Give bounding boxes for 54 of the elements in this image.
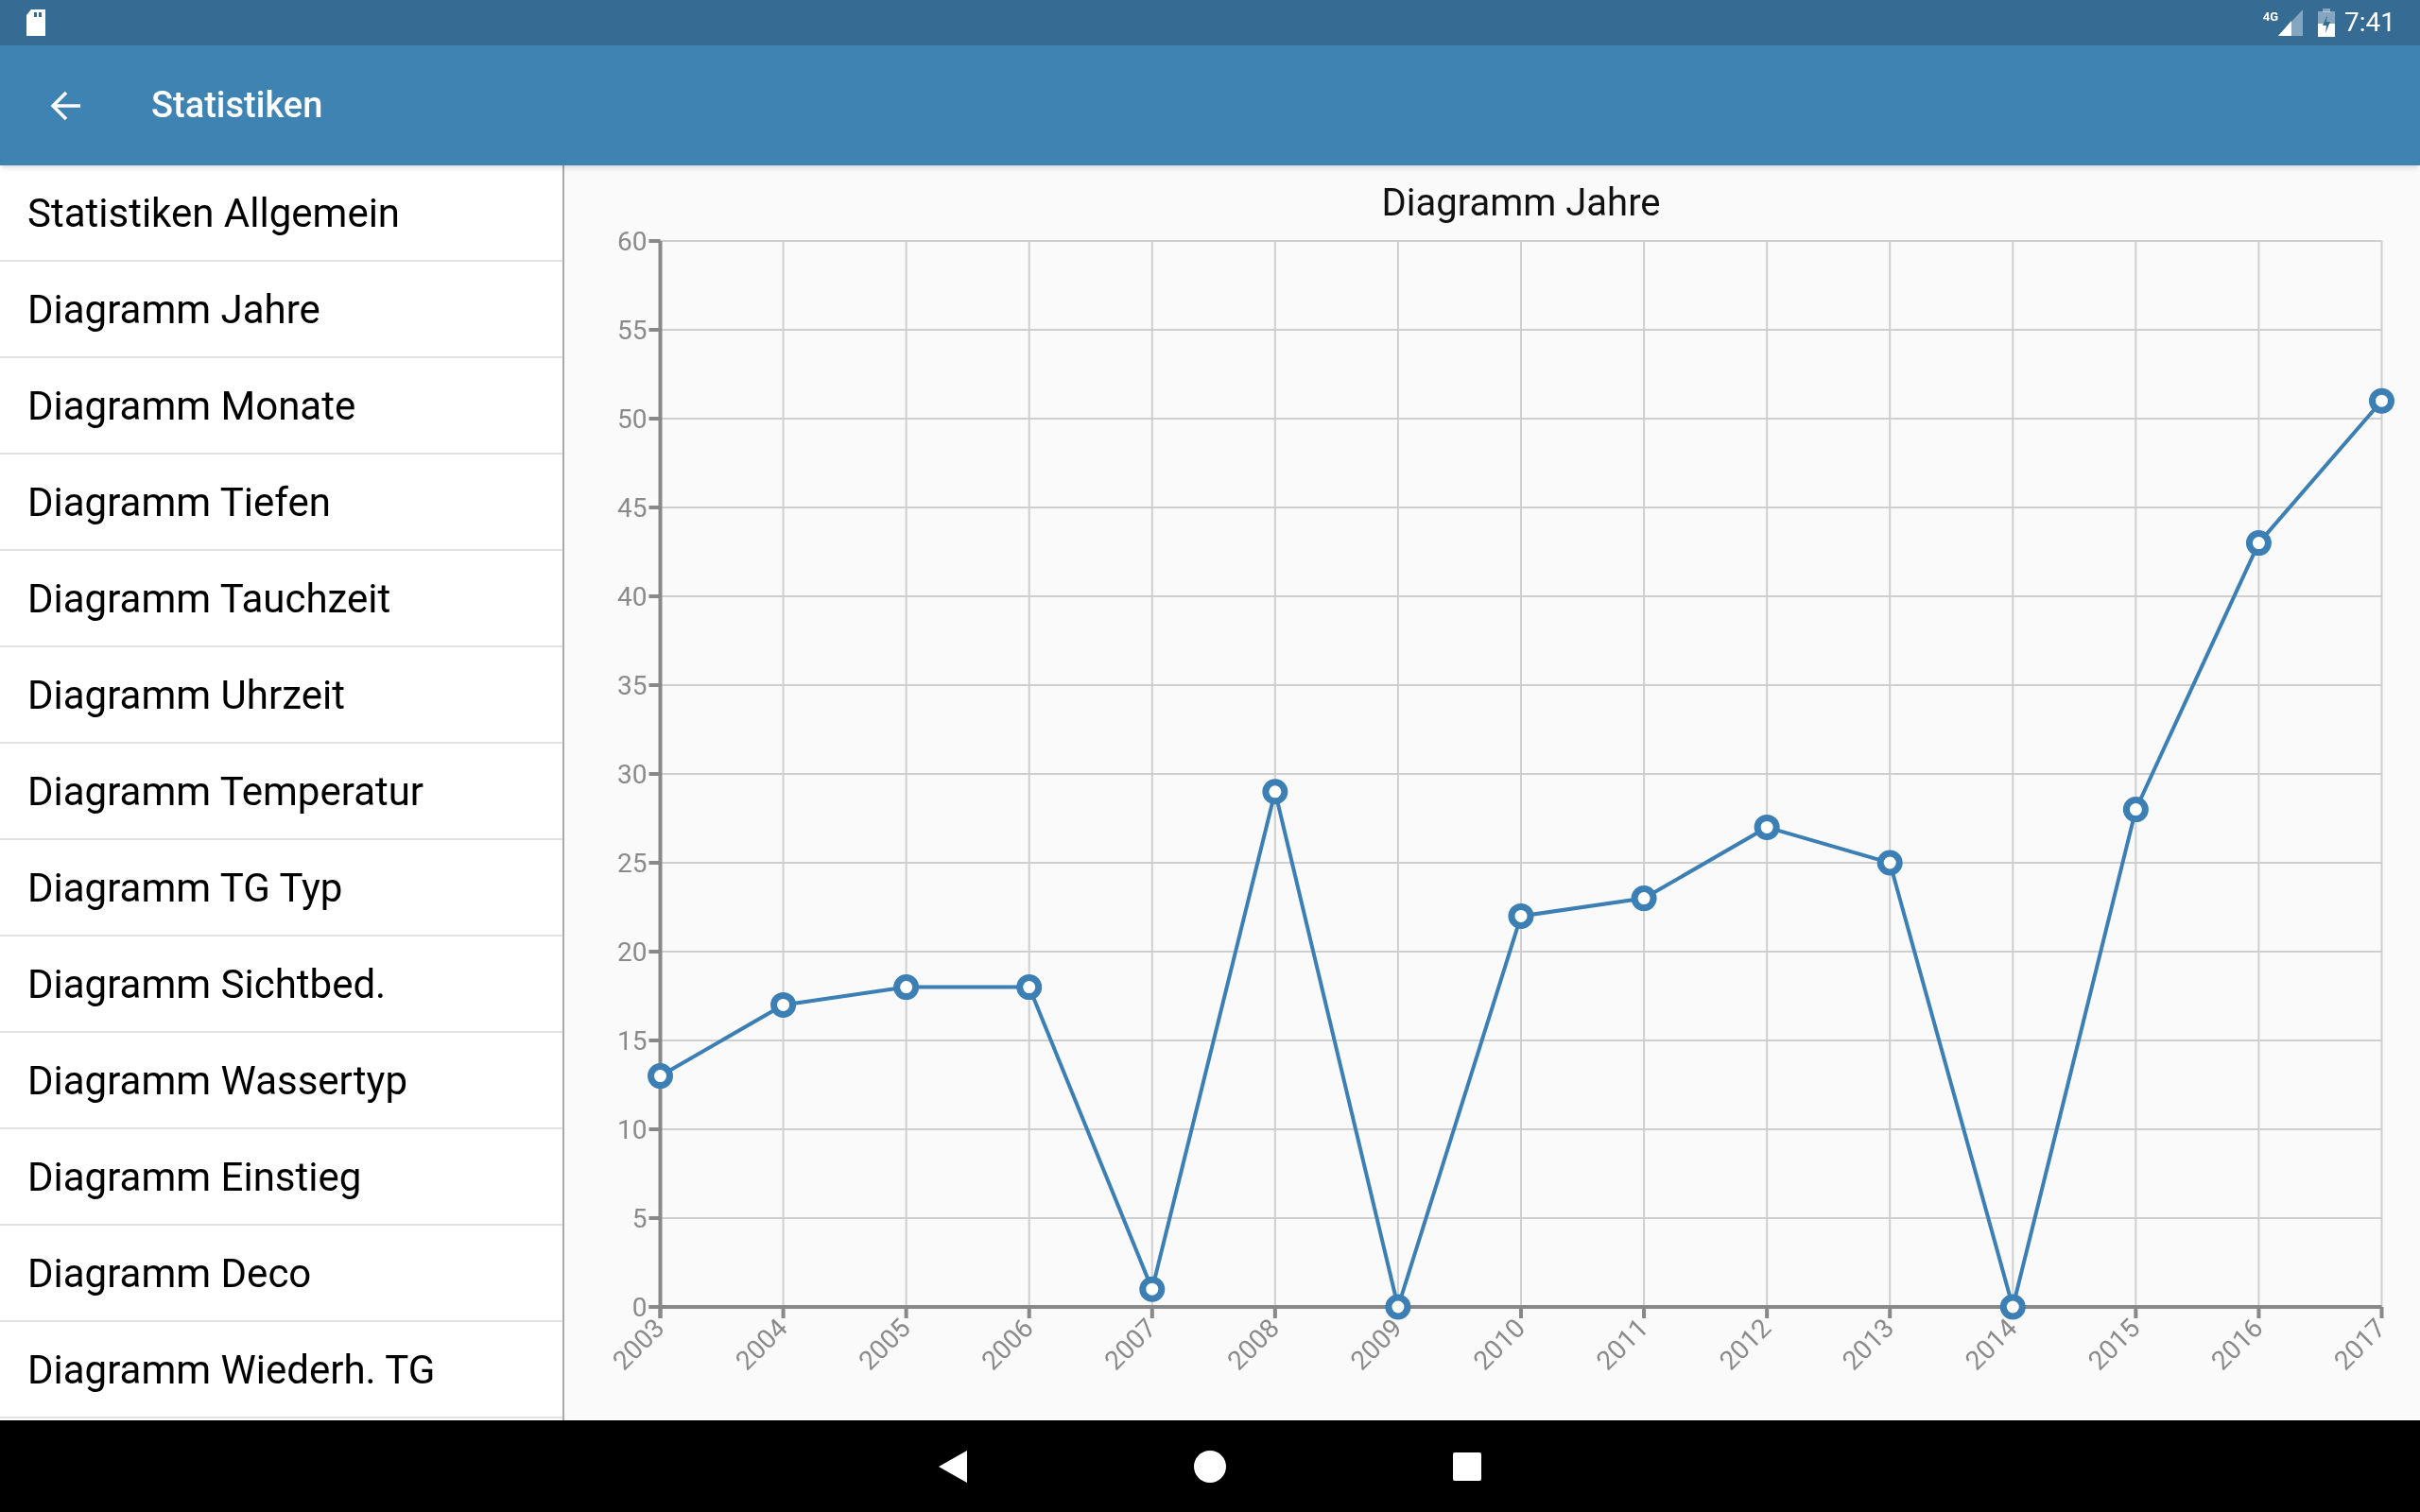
signal-icon <box>2278 9 2303 36</box>
battery-icon <box>2318 9 2335 37</box>
data-point <box>2122 797 2149 823</box>
recents-button[interactable] <box>1453 1452 1481 1481</box>
back-nav-button[interactable] <box>939 1450 967 1483</box>
y-axis-label: 40 <box>617 581 648 612</box>
data-point <box>2369 387 2394 414</box>
sidebar-item[interactable]: Diagramm Wiederh. TG <box>0 1322 562 1418</box>
sidebar-item[interactable]: Diagramm Wassertyp <box>0 1033 562 1129</box>
data-point <box>1508 902 1534 929</box>
y-axis-label: 20 <box>617 936 648 968</box>
data-point <box>2245 530 2272 557</box>
sidebar-item[interactable]: Diagramm Einstieg <box>0 1129 562 1226</box>
screen-title: Statistiken <box>151 83 323 128</box>
y-axis-label: 55 <box>617 315 648 346</box>
data-point <box>1876 850 1903 876</box>
y-axis-label: 25 <box>617 848 648 879</box>
sidebar-item[interactable]: Diagramm Sichtbed. <box>0 936 562 1033</box>
data-point <box>1631 885 1657 912</box>
back-arrow-icon <box>50 90 82 121</box>
recents-square-icon <box>1453 1452 1481 1481</box>
data-point <box>1262 779 1288 805</box>
sidebar-item[interactable]: Diagramm Tiefen <box>0 455 562 551</box>
back-triangle-icon <box>939 1450 967 1483</box>
y-axis-label: 15 <box>617 1025 648 1057</box>
sidebar-item[interactable]: Diagramm Tauchzeit <box>0 551 562 647</box>
sidebar-item[interactable]: Statistiken Allgemein <box>0 165 562 262</box>
sidebar-item[interactable]: Diagramm Temperatur <box>0 744 562 840</box>
network-type: 4G <box>2262 9 2278 26</box>
home-button[interactable] <box>1194 1450 1226 1483</box>
sidebar-item[interactable]: Diagramm Jahre <box>0 262 562 358</box>
data-point <box>1385 1294 1411 1320</box>
sidebar-item[interactable]: Diagramm Uhrzeit <box>0 647 562 744</box>
data-point <box>648 1063 673 1090</box>
y-axis-label: 50 <box>617 404 648 435</box>
clock: 7:41 <box>2344 6 2395 40</box>
data-point <box>1754 814 1780 840</box>
data-point <box>1016 974 1043 1001</box>
chart-title: Diagramm Jahre <box>1381 180 1661 225</box>
y-axis-label: 10 <box>617 1114 648 1145</box>
sidebar-item[interactable]: Diagramm Deco <box>0 1226 562 1322</box>
y-axis-label: 35 <box>617 670 648 701</box>
sd-card-icon <box>25 9 47 36</box>
y-axis-label: 60 <box>617 226 648 257</box>
sidebar-item[interactable]: Diagramm TG Typ <box>0 840 562 936</box>
data-point <box>893 974 920 1001</box>
y-axis-label: 45 <box>617 492 648 524</box>
data-point <box>1999 1294 2026 1320</box>
y-axis-label: 5 <box>631 1203 648 1234</box>
data-point <box>770 991 797 1018</box>
y-axis-label: 30 <box>617 759 648 790</box>
home-circle-icon <box>1194 1450 1226 1483</box>
data-point <box>1139 1276 1166 1302</box>
sidebar-item[interactable]: Diagramm Monate <box>0 358 562 455</box>
